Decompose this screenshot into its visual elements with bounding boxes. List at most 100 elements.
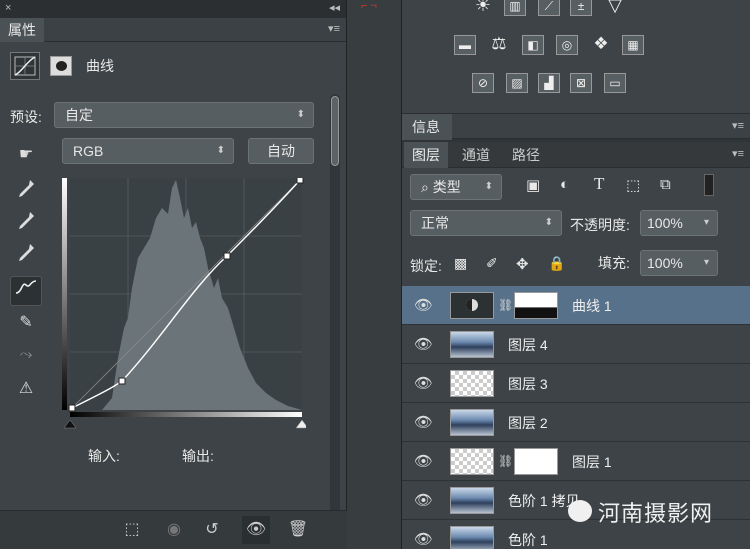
tab-paths[interactable]: 路径	[504, 142, 548, 168]
fill-field[interactable]: 100% ▾	[640, 250, 718, 276]
lock-transparent-icon[interactable]: ▩	[454, 255, 467, 272]
layer-mask-thumbnail[interactable]	[514, 292, 558, 319]
invert-icon[interactable]: ⊘	[472, 73, 494, 93]
vibrance-icon[interactable]: ▽	[604, 0, 626, 16]
chevron-down-icon[interactable]: ▾	[704, 211, 709, 235]
preset-label: 预设:	[10, 109, 42, 125]
color-lookup-icon[interactable]: ▦	[622, 35, 644, 55]
pixel-filter-icon[interactable]: ▣	[526, 176, 540, 194]
hue-saturation-icon[interactable]: ▬	[454, 35, 476, 55]
smart-object-filter-icon[interactable]: ⧉	[660, 176, 671, 193]
adjustments-panel: ☀ ▥ ⟋ ± ▽ ▬ ⚖ ◧ ◎ ❖ ▦ ⊘ ▨ ▟ ⊠ ▭	[402, 0, 750, 113]
lock-move-icon[interactable]: ✥	[516, 255, 529, 273]
layer-thumbnail[interactable]	[450, 370, 494, 397]
curve-points-icon[interactable]	[10, 276, 42, 306]
mask-link-icon[interactable]: ⛓	[498, 298, 513, 312]
layer-visibility-eye-icon[interactable]: 👁	[414, 413, 434, 431]
auto-button[interactable]: 自动	[248, 138, 314, 164]
blend-mode-select[interactable]: 正常 ⬍	[410, 210, 562, 236]
layer-thumbnail[interactable]	[450, 409, 494, 436]
layer-row[interactable]: 👁 图层 2	[402, 403, 750, 442]
tab-channels[interactable]: 通道	[454, 142, 498, 168]
layer-row[interactable]: 👁 ⛓ 图层 1	[402, 442, 750, 481]
channel-hand-icon[interactable]: ☛	[10, 140, 42, 170]
exposure-icon[interactable]: ±	[570, 0, 592, 16]
layer-row[interactable]: 👁 ⛓ 曲线 1	[402, 286, 750, 325]
layer-visibility-eye-icon[interactable]: 👁	[414, 491, 434, 509]
layer-visibility-eye-icon[interactable]: 👁	[414, 374, 434, 392]
levels-icon[interactable]: ▥	[504, 0, 526, 16]
posterize-icon[interactable]: ▨	[506, 73, 528, 93]
layer-name[interactable]: 色阶 1	[508, 530, 548, 549]
layer-mask-icon[interactable]	[50, 56, 72, 76]
tab-properties[interactable]: 属性	[0, 18, 44, 42]
trash-icon[interactable]: 🗑	[284, 516, 312, 544]
channel-mixer-icon[interactable]: ❖	[590, 35, 612, 55]
view-previous-icon[interactable]: ◉	[160, 516, 188, 544]
layer-mask-thumbnail[interactable]	[514, 448, 558, 475]
panel-menu-icon[interactable]: ▾≡	[732, 147, 744, 160]
lock-all-icon[interactable]: 🔒	[548, 255, 565, 272]
photo-filter-icon[interactable]: ◎	[556, 35, 578, 55]
curves-adjustment-thumb[interactable]	[450, 292, 494, 319]
panel-menu-icon[interactable]: ▾≡	[732, 119, 744, 132]
visibility-eye-icon[interactable]: 👁	[242, 516, 270, 544]
preset-select[interactable]: 自定 ⬍	[54, 102, 314, 128]
properties-scrollbar[interactable]	[330, 94, 340, 514]
brightness-icon[interactable]: ☀	[472, 0, 494, 16]
opacity-field[interactable]: 100% ▾	[640, 210, 718, 236]
black-eyedropper-icon[interactable]	[10, 178, 42, 208]
pencil-icon[interactable]: ✎	[10, 308, 42, 338]
layer-filter-select[interactable]: ⌕ 类型 ⬍	[410, 174, 502, 200]
layer-name[interactable]: 曲线 1	[572, 296, 612, 316]
adjustment-filter-icon[interactable]: ◐	[560, 176, 569, 193]
chevron-down-icon[interactable]: ▾	[704, 251, 709, 275]
tab-layers[interactable]: 图层	[404, 142, 448, 168]
scrollbar-thumb[interactable]	[331, 96, 339, 166]
type-filter-icon[interactable]: T	[594, 174, 604, 194]
marker-glyph: ⌐ ¬	[361, 0, 377, 12]
reset-icon[interactable]: ↺	[198, 516, 226, 544]
layer-visibility-eye-icon[interactable]: 👁	[414, 530, 434, 548]
preset-value: 自定	[65, 107, 93, 123]
black-white-icon[interactable]: ◧	[522, 35, 544, 55]
panel-menu-icon[interactable]: ▾≡	[328, 22, 340, 35]
curves-graph[interactable]	[62, 176, 309, 430]
white-eyedropper-icon[interactable]	[10, 242, 42, 272]
layer-thumbnail[interactable]	[450, 526, 494, 549]
layer-name[interactable]: 图层 4	[508, 335, 548, 355]
tab-info[interactable]: 信息	[402, 114, 452, 140]
blend-mode-value: 正常	[421, 215, 449, 231]
clipping-warning-icon[interactable]: ⚠	[10, 374, 42, 404]
search-icon: ⌕	[421, 179, 429, 195]
layer-visibility-eye-icon[interactable]: 👁	[414, 452, 434, 470]
gradient-map-icon[interactable]: ▭	[604, 73, 626, 93]
close-icon[interactable]: ×	[5, 2, 11, 14]
layer-row[interactable]: 👁 图层 3	[402, 364, 750, 403]
smooth-icon[interactable]: ⤳	[10, 340, 42, 370]
layer-visibility-eye-icon[interactable]: 👁	[414, 296, 434, 314]
properties-tab-row: 属性 ▾≡	[0, 18, 346, 42]
curves-adjustment-icon[interactable]	[10, 52, 40, 80]
layer-name[interactable]: 图层 2	[508, 413, 548, 433]
layer-thumbnail[interactable]	[450, 487, 494, 514]
clip-to-layer-icon[interactable]: ⬚	[118, 516, 146, 544]
layer-thumbnail[interactable]	[450, 331, 494, 358]
layer-visibility-eye-icon[interactable]: 👁	[414, 335, 434, 353]
layer-row[interactable]: 👁 图层 4	[402, 325, 750, 364]
layer-thumbnail[interactable]	[450, 448, 494, 475]
photoshop-workspace: × ◂◂ 属性 ▾≡ 曲线 预设: 自定 ⬍ RGB ⬍ 自动 ☛ ✎ ⤳ ⚠ …	[0, 0, 750, 549]
filter-toggle[interactable]	[704, 174, 714, 196]
collapse-icon[interactable]: ◂◂	[329, 1, 340, 14]
selective-color-icon[interactable]: ⊠	[570, 73, 592, 93]
mask-link-icon[interactable]: ⛓	[498, 454, 513, 468]
color-balance-icon[interactable]: ⚖	[488, 35, 510, 55]
layer-name[interactable]: 图层 1	[572, 452, 612, 472]
curves-icon[interactable]: ⟋	[538, 0, 560, 16]
gray-eyedropper-icon[interactable]	[10, 210, 42, 240]
shape-filter-icon[interactable]: ⬚	[626, 176, 640, 194]
threshold-icon[interactable]: ▟	[538, 73, 560, 93]
channel-select[interactable]: RGB ⬍	[62, 138, 234, 164]
layer-name[interactable]: 图层 3	[508, 374, 548, 394]
lock-paint-brush-icon[interactable]: ✐	[486, 255, 498, 272]
